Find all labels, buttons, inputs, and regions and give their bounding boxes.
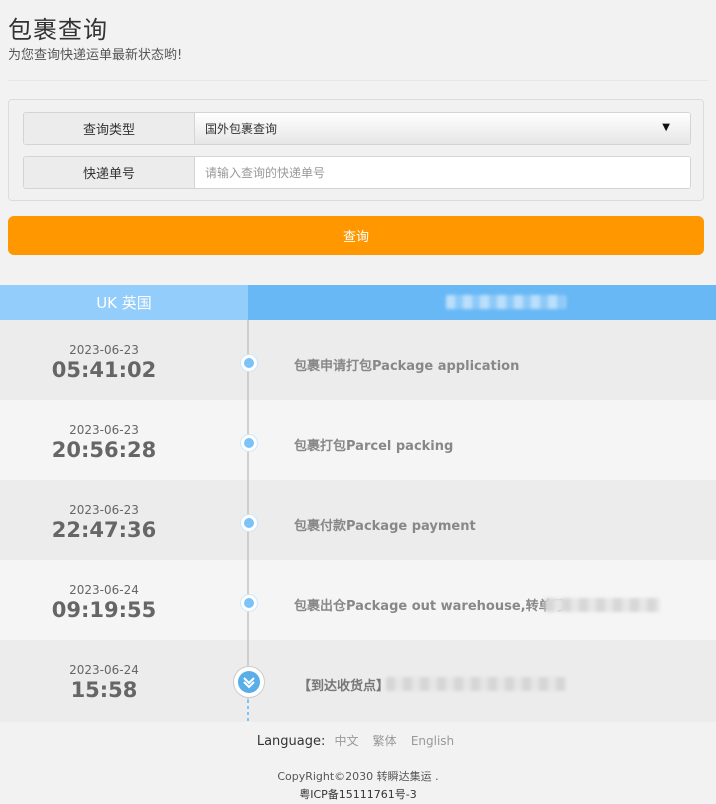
event-description: 包裹申请打包Package application <box>294 359 520 374</box>
tracking-number-row: 快递单号 <box>23 156 691 189</box>
query-form: 查询类型 国外包裹查询 ▼ 快递单号 <box>8 99 704 201</box>
event-date: 2023-06-24 <box>69 583 139 597</box>
query-type-select[interactable]: 国外包裹查询 ▼ <box>195 113 690 144</box>
query-type-label: 查询类型 <box>24 113 195 144</box>
redacted-tracking-number <box>446 295 566 309</box>
event-time: 15:58 <box>70 678 138 702</box>
timeline-row: 2023-06-24 15:58 【到达收货点】 <box>0 640 716 722</box>
language-link-zh-cn[interactable]: 中文 <box>335 734 359 748</box>
event-description: 包裹出仓Package out warehouse,转单号 <box>294 599 565 614</box>
language-link-zh-tw[interactable]: 繁体 <box>373 734 397 748</box>
page-title: 包裹查询 <box>8 16 108 44</box>
language-switcher: Language: 中文 繁体 English <box>0 732 716 749</box>
query-type-value: 国外包裹查询 <box>205 122 278 136</box>
delivery-status-icon <box>233 666 265 698</box>
timeline-row: 2023-06-24 09:19:55 包裹出仓Package out ware… <box>0 560 716 640</box>
redacted-location <box>386 677 566 691</box>
copyright-text: CopyRight©2030 转瞬达集运 . <box>277 770 439 783</box>
timeline-dashed-line <box>247 700 249 722</box>
query-button[interactable]: 查询 <box>8 216 704 255</box>
event-description: 【到达收货点】 <box>298 679 390 694</box>
result-header: UK 英国 <box>0 285 716 320</box>
event-time: 20:56:28 <box>51 438 157 462</box>
timeline-dot-icon <box>241 435 257 451</box>
timeline-line <box>247 320 249 700</box>
timeline-dot-icon <box>241 595 257 611</box>
redacted-transfer-number <box>545 598 660 612</box>
event-time: 05:41:02 <box>51 358 157 382</box>
timeline-dot-icon <box>241 355 257 371</box>
event-time: 09:19:55 <box>51 598 157 622</box>
delivery-logo-icon <box>238 671 260 693</box>
timeline-row: 2023-06-23 22:47:36 包裹付款Package payment <box>0 480 716 560</box>
event-time: 22:47:36 <box>51 518 157 542</box>
tracking-number-label: 快递单号 <box>24 157 195 188</box>
tracking-number-display <box>248 285 716 320</box>
tracking-timeline: 2023-06-23 05:41:02 包裹申请打包Package applic… <box>0 320 716 722</box>
divider <box>8 80 708 81</box>
page-subtitle: 为您查询快递运单最新状态哟! <box>8 48 183 63</box>
origin-country-label: UK 英国 <box>0 285 248 320</box>
event-description: 包裹付款Package payment <box>294 519 476 534</box>
event-date: 2023-06-23 <box>69 503 139 517</box>
timeline-row: 2023-06-23 20:56:28 包裹打包Parcel packing <box>0 400 716 480</box>
query-type-row: 查询类型 国外包裹查询 ▼ <box>23 112 691 145</box>
timeline-dot-icon <box>241 515 257 531</box>
language-link-en[interactable]: English <box>411 734 454 748</box>
language-label: Language: <box>256 734 326 749</box>
tracking-number-input[interactable] <box>195 157 690 188</box>
event-date: 2023-06-23 <box>69 343 139 357</box>
event-date: 2023-06-24 <box>69 663 139 677</box>
dropdown-caret-icon: ▼ <box>662 122 670 133</box>
page: 包裹查询 为您查询快递运单最新状态哟! 查询类型 国外包裹查询 ▼ 快递单号 查… <box>0 0 716 804</box>
event-date: 2023-06-23 <box>69 423 139 437</box>
event-description: 包裹打包Parcel packing <box>294 439 454 454</box>
icp-license-text: 粤ICP备15111761号-3 <box>299 788 417 801</box>
timeline-row: 2023-06-23 05:41:02 包裹申请打包Package applic… <box>0 320 716 400</box>
